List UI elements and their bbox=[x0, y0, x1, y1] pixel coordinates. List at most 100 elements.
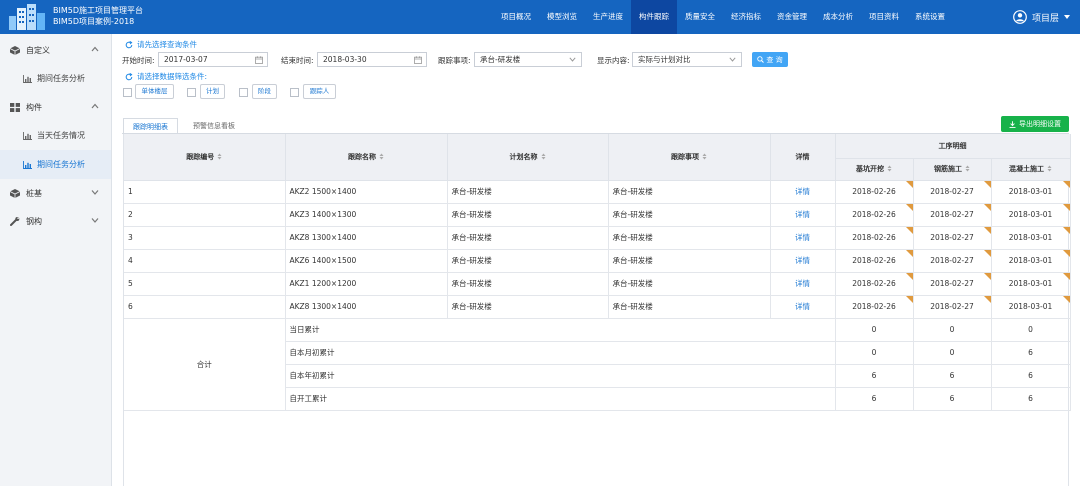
sidebar-item-custom-period[interactable]: 期间任务分析 bbox=[0, 64, 111, 93]
sidebar-item-label: 期间任务分析 bbox=[37, 74, 85, 83]
filter-chip-stage[interactable]: 阶段 bbox=[252, 84, 277, 99]
cell-name: AKZ8 1300×1400 bbox=[285, 226, 448, 250]
chevron-down-icon bbox=[91, 218, 99, 223]
filter-checkbox-plan[interactable] bbox=[187, 88, 196, 97]
detail-link[interactable]: 详情 bbox=[770, 180, 836, 204]
main-nav: 项目概况 模型浏览 生产进度 构件跟踪 质量安全 经济指标 资金管理 成本分析 … bbox=[493, 0, 953, 34]
col-header-item[interactable]: 跟踪事项 bbox=[608, 134, 771, 181]
cell-step-date: 2018-02-26 bbox=[835, 226, 914, 250]
cell-code: 6 bbox=[124, 295, 286, 319]
step-date: 2018-02-26 bbox=[852, 233, 896, 242]
cell-code: 5 bbox=[124, 272, 286, 296]
display-content-select[interactable]: 实际与计划对比 bbox=[632, 52, 742, 67]
start-time-label: 开始时间: bbox=[122, 56, 155, 65]
sort-icon bbox=[965, 165, 970, 172]
summary-label: 合计 bbox=[124, 318, 286, 411]
detail-link[interactable]: 详情 bbox=[770, 203, 836, 227]
col-header-step-concrete[interactable]: 混凝土施工 bbox=[991, 158, 1071, 181]
filter-chip-plan[interactable]: 计划 bbox=[200, 84, 225, 99]
cell-step-date: 2018-03-01 bbox=[991, 203, 1071, 227]
detail-link[interactable]: 详情 bbox=[770, 295, 836, 319]
filter-chip-tracker[interactable]: 跟踪人 bbox=[303, 84, 336, 99]
filter-checkbox-tracker[interactable] bbox=[290, 88, 299, 97]
col-header-plan[interactable]: 计划名称 bbox=[447, 134, 609, 181]
start-time-input[interactable]: 2017-03-07 bbox=[158, 52, 268, 67]
filter-hint: 请选择数据筛选条件: bbox=[125, 71, 207, 82]
nav-item-quality[interactable]: 质量安全 bbox=[677, 0, 723, 34]
header-text: 钢筋施工 bbox=[934, 165, 962, 173]
nav-item-docs[interactable]: 项目资料 bbox=[861, 0, 907, 34]
display-content-value: 实际与计划对比 bbox=[638, 55, 691, 64]
col-header-step-rebar[interactable]: 钢筋施工 bbox=[913, 158, 992, 181]
nav-item-progress[interactable]: 生产进度 bbox=[585, 0, 631, 34]
display-content-label: 显示内容: bbox=[597, 56, 630, 65]
sidebar-group-pile[interactable]: 桩基 bbox=[0, 179, 111, 207]
warning-corner-icon bbox=[905, 180, 913, 188]
filter-checkbox-stage[interactable] bbox=[239, 88, 248, 97]
sort-icon bbox=[702, 153, 707, 160]
step-date: 2018-03-01 bbox=[1008, 279, 1053, 288]
tab-warning-board[interactable]: 预警信息看板 bbox=[184, 118, 244, 134]
buildings-logo-icon bbox=[9, 4, 45, 30]
bar-chart-icon bbox=[23, 160, 32, 169]
start-time-value: 2017-03-07 bbox=[164, 55, 208, 64]
cell-code: 4 bbox=[124, 249, 286, 273]
nav-item-cost[interactable]: 成本分析 bbox=[815, 0, 861, 34]
col-header-name[interactable]: 跟踪名称 bbox=[285, 134, 448, 181]
end-time-value: 2018-03-30 bbox=[323, 55, 367, 64]
query-button[interactable]: 查 询 bbox=[752, 52, 788, 67]
summary-row-label: 自开工累计 bbox=[285, 387, 836, 411]
cell-name: AKZ2 1500×1400 bbox=[285, 180, 448, 204]
nav-item-settings[interactable]: 系统设置 bbox=[907, 0, 953, 34]
sidebar-group-steel[interactable]: 钢构 bbox=[0, 207, 111, 235]
sidebar-item-period-analysis[interactable]: 期间任务分析 bbox=[0, 150, 111, 179]
user-menu[interactable]: 项目层 bbox=[1013, 0, 1070, 34]
sort-icon bbox=[217, 153, 222, 160]
col-header-step-excavation[interactable]: 基坑开挖 bbox=[835, 158, 914, 181]
filter-chip-floor[interactable]: 单体楼层 bbox=[135, 84, 174, 99]
brand: BIM5D施工项目管理平台 BIM5D项目案例-2018 bbox=[53, 5, 143, 27]
detail-link[interactable]: 详情 bbox=[770, 272, 836, 296]
sort-icon bbox=[379, 153, 384, 160]
cell-plan: 承台-研发楼 bbox=[447, 272, 609, 296]
tracking-table: 跟踪编号 跟踪名称 计划名称 跟踪事项 详情 工序明细 基坑开挖 钢筋施工 混凝… bbox=[124, 134, 1071, 411]
track-item-select[interactable]: 承台-研发楼 bbox=[474, 52, 582, 67]
step-date: 2018-02-26 bbox=[852, 187, 896, 196]
summary-value: 6 bbox=[991, 387, 1071, 411]
col-header-code[interactable]: 跟踪编号 bbox=[124, 134, 286, 181]
chevron-down-icon bbox=[569, 57, 576, 62]
cell-plan: 承台-研发楼 bbox=[447, 226, 609, 250]
step-date: 2018-03-01 bbox=[1008, 256, 1053, 265]
summary-row: 合计 当日累计 0 0 0 bbox=[124, 318, 1071, 411]
sidebar-group-custom[interactable]: 自定义 bbox=[0, 36, 111, 64]
nav-item-overview[interactable]: 项目概况 bbox=[493, 0, 539, 34]
sidebar-group-component[interactable]: 构件 bbox=[0, 93, 111, 121]
grid-icon bbox=[10, 102, 20, 112]
nav-item-model[interactable]: 模型浏览 bbox=[539, 0, 585, 34]
calendar-icon[interactable] bbox=[255, 56, 263, 64]
summary-value: 6 bbox=[913, 364, 992, 388]
warning-corner-icon bbox=[983, 226, 991, 234]
detail-link[interactable]: 详情 bbox=[770, 226, 836, 250]
cell-step-date: 2018-02-27 bbox=[913, 272, 992, 296]
warning-corner-icon bbox=[983, 249, 991, 257]
summary-value: 0 bbox=[991, 318, 1071, 342]
step-date: 2018-03-01 bbox=[1008, 187, 1053, 196]
tab-tracking-detail[interactable]: 跟踪明细表 bbox=[123, 118, 178, 134]
step-date: 2018-02-27 bbox=[930, 279, 974, 288]
nav-item-funds[interactable]: 资金管理 bbox=[769, 0, 815, 34]
filter-checkbox-floor[interactable] bbox=[123, 88, 132, 97]
nav-item-tracking[interactable]: 构件跟踪 bbox=[631, 0, 677, 34]
end-time-input[interactable]: 2018-03-30 bbox=[317, 52, 427, 67]
nav-item-economy[interactable]: 经济指标 bbox=[723, 0, 769, 34]
cell-step-date: 2018-02-27 bbox=[913, 180, 992, 204]
chevron-up-icon bbox=[91, 46, 99, 52]
detail-link[interactable]: 详情 bbox=[770, 249, 836, 273]
bar-chart-icon bbox=[23, 74, 32, 83]
step-date: 2018-02-27 bbox=[930, 233, 974, 242]
warning-corner-icon bbox=[1062, 249, 1070, 257]
export-detail-button[interactable]: 导出明细设置 bbox=[1001, 116, 1069, 132]
sidebar-item-today-tasks[interactable]: 当天任务情况 bbox=[0, 121, 111, 150]
calendar-icon[interactable] bbox=[414, 56, 422, 64]
chevron-down-icon bbox=[91, 190, 99, 195]
